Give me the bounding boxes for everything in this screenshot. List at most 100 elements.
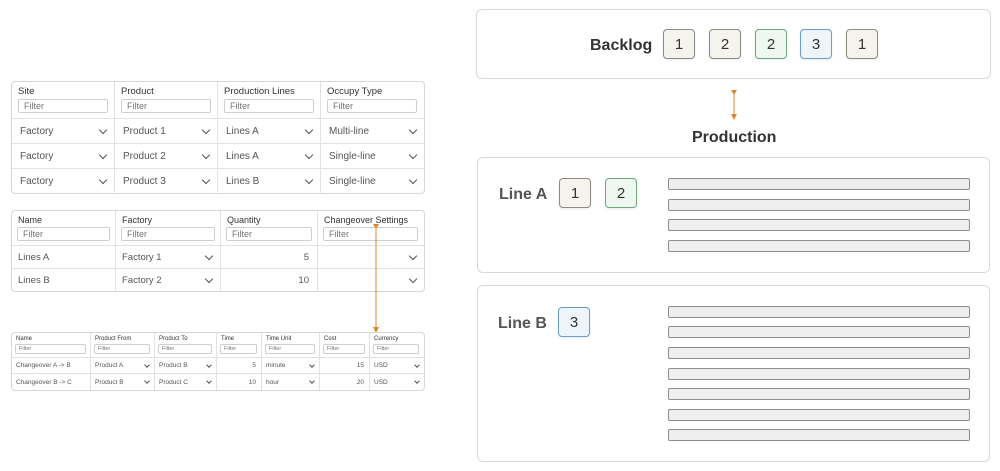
column-label: Name — [18, 215, 43, 225]
filter-input-site[interactable] — [18, 99, 108, 113]
schedule-slot[interactable] — [668, 199, 970, 211]
column-label: Currency — [374, 336, 399, 342]
site-select[interactable]: Factory — [12, 144, 115, 168]
lines-table: Name Factory Quantity Changeover Setting… — [11, 210, 425, 292]
production-lines-select[interactable]: Lines A — [218, 144, 321, 168]
column-header-time: Time — [217, 333, 262, 357]
filter-input-product[interactable] — [121, 99, 211, 113]
cell-value: USD — [374, 378, 388, 386]
backlog-chip[interactable]: 3 — [800, 29, 832, 59]
product-select[interactable]: Product 3 — [115, 169, 218, 194]
factory-select[interactable]: Factory 2 — [116, 269, 221, 292]
schedule-slot[interactable] — [668, 429, 970, 441]
filter-input-production-lines[interactable] — [224, 99, 314, 113]
time-unit-select[interactable]: hour — [262, 374, 320, 390]
column-label: Quantity — [227, 215, 261, 225]
schedule-slot[interactable] — [668, 240, 970, 252]
backlog-chip[interactable]: 2 — [755, 29, 787, 59]
backlog-chip[interactable]: 1 — [846, 29, 878, 59]
filter-input-cost[interactable] — [323, 344, 365, 354]
currency-select[interactable]: USD — [370, 358, 424, 373]
line-chip[interactable]: 3 — [558, 307, 590, 337]
product-select[interactable]: Product 2 — [115, 144, 218, 168]
line-chip[interactable]: 1 — [559, 178, 591, 208]
filter-input-product-from[interactable] — [94, 344, 150, 354]
changeover-settings-select[interactable] — [318, 269, 424, 292]
chevron-down-icon — [408, 175, 418, 185]
time-unit-select[interactable]: minute — [262, 358, 320, 373]
schedule-slot[interactable] — [668, 306, 970, 318]
product-to-select[interactable]: Product C — [155, 374, 217, 390]
column-header-name: Name — [12, 211, 116, 245]
cell-value: Single-line — [329, 176, 376, 187]
occupy-type-select[interactable]: Single-line — [321, 169, 424, 194]
cost-cell[interactable]: 15 — [320, 358, 370, 373]
chevron-down-icon — [408, 150, 418, 159]
cell-value: Lines A — [226, 150, 259, 162]
cell-value: USD — [374, 362, 388, 369]
production-lines-select[interactable]: Lines A — [218, 119, 321, 143]
filter-input-quantity[interactable] — [226, 227, 312, 241]
time-cell[interactable]: 5 — [217, 358, 262, 373]
filter-input-occupy-type[interactable] — [327, 99, 417, 113]
quantity-cell[interactable]: 10 — [221, 269, 318, 292]
schedule-slot[interactable] — [668, 219, 970, 231]
column-label: Factory — [122, 215, 153, 225]
cell-value: Product C — [159, 378, 188, 386]
line-chip[interactable]: 2 — [605, 178, 637, 208]
factory-select[interactable]: Factory 1 — [116, 246, 221, 268]
schedule-slot[interactable] — [668, 409, 970, 421]
schedule-slot[interactable] — [668, 368, 970, 380]
product-from-select[interactable]: Product B — [91, 374, 155, 390]
cell-value: Changeover A -> B — [16, 362, 71, 369]
time-cell[interactable]: 10 — [217, 374, 262, 390]
schedule-slot[interactable] — [668, 326, 970, 338]
filter-input-time-unit[interactable] — [265, 344, 315, 354]
chevron-down-icon — [201, 150, 211, 159]
column-header-cost: Cost — [320, 333, 370, 357]
filter-input-name[interactable] — [17, 227, 110, 241]
product-select[interactable]: Product 1 — [115, 119, 218, 143]
changeover-settings-select[interactable] — [318, 246, 424, 268]
line-a-panel: Line A 1 2 — [477, 157, 990, 273]
table-row: Lines B Factory 2 10 — [12, 269, 424, 292]
product-from-select[interactable]: Product A — [91, 358, 155, 373]
schedule-slot[interactable] — [668, 388, 970, 400]
cost-cell[interactable]: 20 — [320, 374, 370, 390]
schedule-slot[interactable] — [668, 178, 970, 190]
cell-value: Product 2 — [123, 150, 166, 162]
chevron-down-icon — [414, 361, 420, 368]
occupy-type-select[interactable]: Multi-line — [321, 119, 424, 143]
name-cell[interactable]: Lines B — [12, 269, 116, 292]
site-select[interactable]: Factory — [12, 119, 115, 143]
filter-input-factory[interactable] — [121, 227, 215, 241]
filter-input-product-to[interactable] — [158, 344, 212, 354]
currency-select[interactable]: USD — [370, 374, 424, 390]
chip-value: 1 — [674, 35, 684, 53]
production-lines-select[interactable]: Lines B — [218, 169, 321, 194]
filter-input-changeover-settings[interactable] — [323, 227, 418, 241]
quantity-cell[interactable]: 5 — [221, 246, 318, 268]
backlog-chip[interactable]: 1 — [663, 29, 695, 59]
cell-value: 5 — [252, 362, 256, 369]
filter-input-name[interactable] — [15, 344, 86, 354]
cell-value: Product B — [159, 362, 188, 369]
column-header-production-lines: Production Lines — [218, 82, 321, 118]
occupy-type-select[interactable]: Single-line — [321, 144, 424, 168]
filter-input-time[interactable] — [220, 344, 257, 354]
table-row: Factory Product 3 Lines B Single-line — [12, 169, 424, 194]
column-header-occupy-type: Occupy Type — [321, 82, 424, 118]
filter-input-currency[interactable] — [373, 344, 419, 354]
schedule-slot[interactable] — [668, 347, 970, 359]
backlog-chip[interactable]: 2 — [709, 29, 741, 59]
cell-value: Factory 1 — [122, 251, 162, 263]
backlog-label: Backlog — [590, 37, 653, 54]
product-to-select[interactable]: Product B — [155, 358, 217, 373]
name-cell[interactable]: Changeover B -> C — [12, 374, 91, 390]
column-header-time-unit: Time Unit — [262, 333, 320, 357]
name-cell[interactable]: Changeover A -> B — [12, 358, 91, 373]
site-select[interactable]: Factory — [12, 169, 115, 194]
name-cell[interactable]: Lines A — [12, 246, 116, 268]
column-header-product-to: Product To — [155, 333, 217, 357]
chevron-down-icon — [304, 175, 314, 185]
